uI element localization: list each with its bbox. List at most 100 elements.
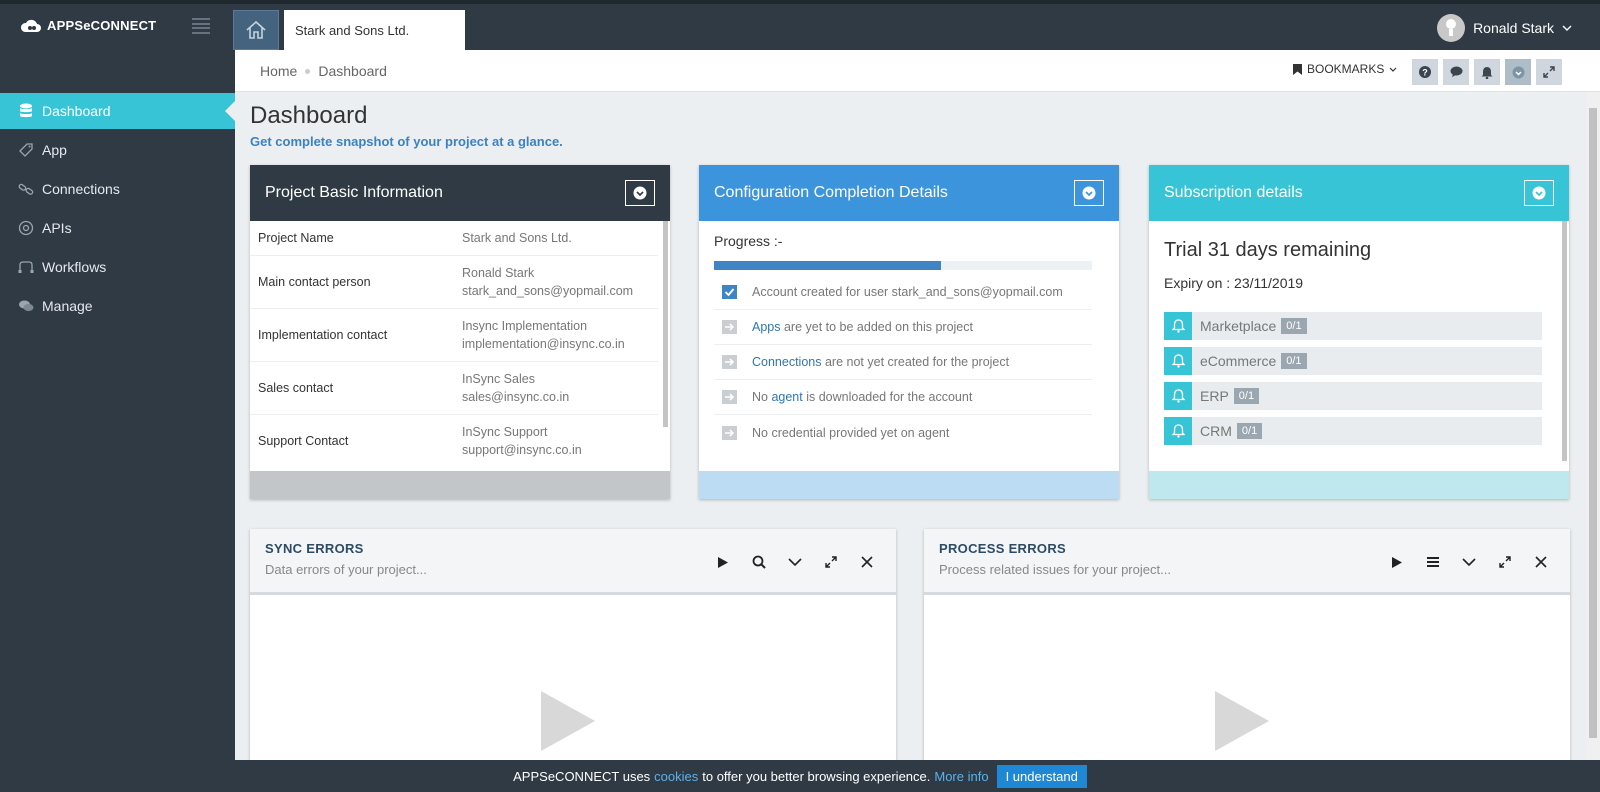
notifications-button[interactable] <box>1474 59 1500 85</box>
row-value: Insync Implementation implementation@insy… <box>454 308 658 362</box>
sidebar-item-app[interactable]: App <box>0 132 235 168</box>
database-icon <box>18 103 34 119</box>
fullscreen-button[interactable] <box>1536 59 1562 85</box>
expiry-date: Expiry on : 23/11/2019 <box>1164 275 1304 291</box>
app-logo[interactable]: APPSeCONNECT <box>20 18 156 33</box>
breadcrumb-separator <box>305 68 311 74</box>
page-scrollbar[interactable] <box>1586 92 1600 760</box>
configuration-checklist: Account created for user stark_and_sons@… <box>714 275 1092 450</box>
card-header: Configuration Completion Details <box>699 165 1119 221</box>
collapse-button[interactable] <box>784 551 806 573</box>
row-value-line1: InSync Support <box>462 424 548 439</box>
sidebar-item-apis[interactable]: APIs <box>0 210 235 246</box>
sidebar-item-label: Manage <box>42 298 93 314</box>
sidebar-item-workflows[interactable]: Workflows <box>0 249 235 285</box>
widget-header: SYNC ERRORS Data errors of your project.… <box>250 529 896 595</box>
widget-toolbar <box>1386 551 1552 573</box>
bell-icon <box>1164 417 1192 445</box>
download-button[interactable] <box>1505 59 1531 85</box>
list-item: CRM 0/1 <box>1164 417 1542 445</box>
progress-label: Progress :- <box>714 233 783 249</box>
bookmark-icon <box>1293 63 1302 75</box>
tag-icon <box>18 142 34 158</box>
row-value-line1: InSync Sales <box>462 371 535 386</box>
card-scrollbar[interactable] <box>1562 221 1567 461</box>
home-tab[interactable] <box>233 10 279 50</box>
search-button[interactable] <box>748 551 770 573</box>
agent-link[interactable]: agent <box>771 390 802 404</box>
play-placeholder-icon[interactable] <box>539 689 597 753</box>
collapse-button[interactable] <box>1458 551 1480 573</box>
expand-button[interactable] <box>820 551 842 573</box>
expand-icon <box>1499 556 1511 568</box>
menu-button[interactable] <box>1422 551 1444 573</box>
more-info-link[interactable]: More info <box>934 769 988 784</box>
run-button[interactable] <box>712 551 734 573</box>
page-subtitle: Get complete snapshot of your project at… <box>250 134 563 149</box>
card-title: Project Basic Information <box>265 184 443 201</box>
cookies-link[interactable]: cookies <box>654 769 698 784</box>
close-button[interactable] <box>856 551 878 573</box>
sidebar-item-label: APIs <box>42 220 72 236</box>
row-value: Ronald Stark stark_and_sons@yopmail.com <box>454 255 658 309</box>
cookie-text-2: to offer you better browsing experience. <box>702 768 931 784</box>
messages-button[interactable] <box>1443 59 1469 85</box>
item-text: Account created for user stark_and_sons@… <box>752 285 1063 299</box>
process-errors-widget: PROCESS ERRORS Process related issues fo… <box>924 529 1570 764</box>
row-key: Project Name <box>250 221 454 256</box>
connections-link[interactable]: Connections <box>752 355 822 369</box>
close-button[interactable] <box>1530 551 1552 573</box>
play-placeholder-icon[interactable] <box>1213 689 1271 753</box>
project-info-table: Project Name Stark and Sons Ltd. Main co… <box>250 221 658 467</box>
subscription-card: Subscription details Trial 31 days remai… <box>1149 165 1569 499</box>
help-button[interactable]: ? <box>1412 59 1438 85</box>
card-footer <box>699 471 1119 499</box>
svg-text:?: ? <box>1422 68 1428 78</box>
arrow-right-icon <box>722 320 737 334</box>
card-footer <box>250 471 670 499</box>
chevron-down-icon <box>788 558 802 566</box>
subscription-label: eCommerce <box>1200 353 1277 369</box>
page-scrollbar-thumb[interactable] <box>1589 108 1597 738</box>
collapse-button[interactable] <box>1524 180 1554 206</box>
user-menu[interactable]: Ronald Stark <box>1437 14 1572 42</box>
list-item: eCommerce 0/1 <box>1164 347 1542 375</box>
project-tab[interactable]: Stark and Sons Ltd. <box>284 10 465 50</box>
project-info-card: Project Basic Information Project Name S… <box>250 165 670 499</box>
list-item: Marketplace 0/1 <box>1164 312 1542 340</box>
row-value: InSync Support support@insync.co.in <box>454 414 658 467</box>
widget-toolbar <box>712 551 878 573</box>
arrow-right-icon <box>722 390 737 404</box>
sidebar: Dashboard App Connections APIs Workflows… <box>0 50 235 792</box>
chat-icon <box>18 298 34 314</box>
card-header: Subscription details <box>1149 165 1569 221</box>
menu-toggle-icon[interactable] <box>192 18 210 34</box>
row-value-line1: Stark and Sons Ltd. <box>462 230 572 245</box>
item-text-main: are not yet created for the project <box>821 355 1010 369</box>
card-scrollbar[interactable] <box>663 221 668 427</box>
list-item: Apps are yet to be added on this project <box>714 310 1092 345</box>
sidebar-item-dashboard[interactable]: Dashboard <box>0 93 235 129</box>
breadcrumb-home[interactable]: Home <box>260 63 297 79</box>
comment-icon <box>1450 66 1462 77</box>
card-title: Configuration Completion Details <box>714 184 948 201</box>
accept-cookies-button[interactable]: I understand <box>996 764 1087 788</box>
breadcrumb-bar: Home Dashboard BOOKMARKS ? <box>235 50 1600 92</box>
run-button[interactable] <box>1386 551 1408 573</box>
expand-button[interactable] <box>1494 551 1516 573</box>
card-header: Project Basic Information <box>250 165 670 221</box>
bookmarks-menu[interactable]: BOOKMARKS <box>1293 62 1397 76</box>
chevron-down-icon <box>1389 67 1397 72</box>
collapse-button[interactable] <box>1074 180 1104 206</box>
widget-header: PROCESS ERRORS Process related issues fo… <box>924 529 1570 595</box>
sidebar-item-manage[interactable]: Manage <box>0 288 235 324</box>
link-icon <box>18 181 34 197</box>
table-row: Implementation contact Insync Implementa… <box>250 308 658 362</box>
subscription-label: Marketplace <box>1200 318 1277 334</box>
sidebar-item-connections[interactable]: Connections <box>0 171 235 207</box>
apps-link[interactable]: Apps <box>752 320 781 334</box>
collapse-button[interactable] <box>625 180 655 206</box>
arrow-right-icon <box>722 355 737 369</box>
configuration-card: Configuration Completion Details Progres… <box>699 165 1119 499</box>
top-navbar: APPSeCONNECT Stark and Sons Ltd. Ronald … <box>0 4 1600 50</box>
